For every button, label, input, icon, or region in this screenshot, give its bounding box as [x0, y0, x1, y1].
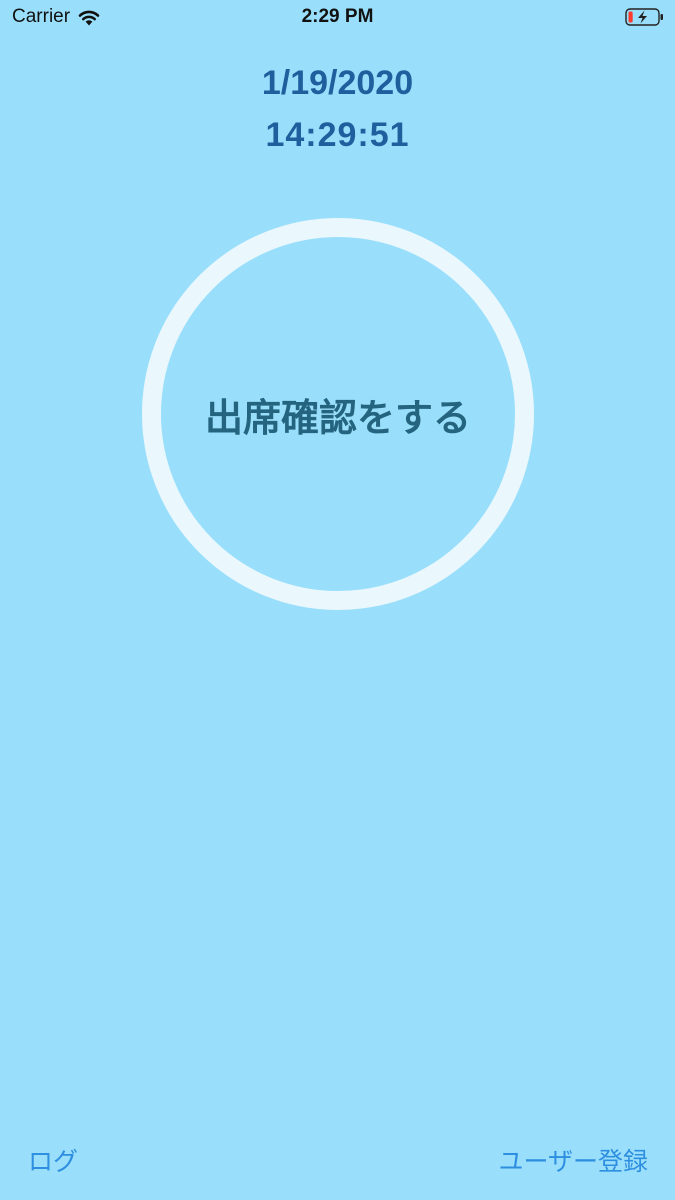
- attendance-check-label: 出席確認をする: [204, 397, 471, 440]
- current-time: 14:29:51: [265, 116, 410, 154]
- status-bar: Carrier 2:29 PM: [0, 0, 675, 40]
- current-date: 1/19/2020: [261, 64, 414, 102]
- status-time: 2:29 PM: [301, 6, 374, 27]
- log-button[interactable]: ログ: [28, 1142, 78, 1178]
- user-registration-button[interactable]: ユーザー登録: [498, 1142, 648, 1178]
- battery-charging-icon: [625, 8, 663, 26]
- attendance-check-button[interactable]: 出席確認をする: [142, 218, 534, 610]
